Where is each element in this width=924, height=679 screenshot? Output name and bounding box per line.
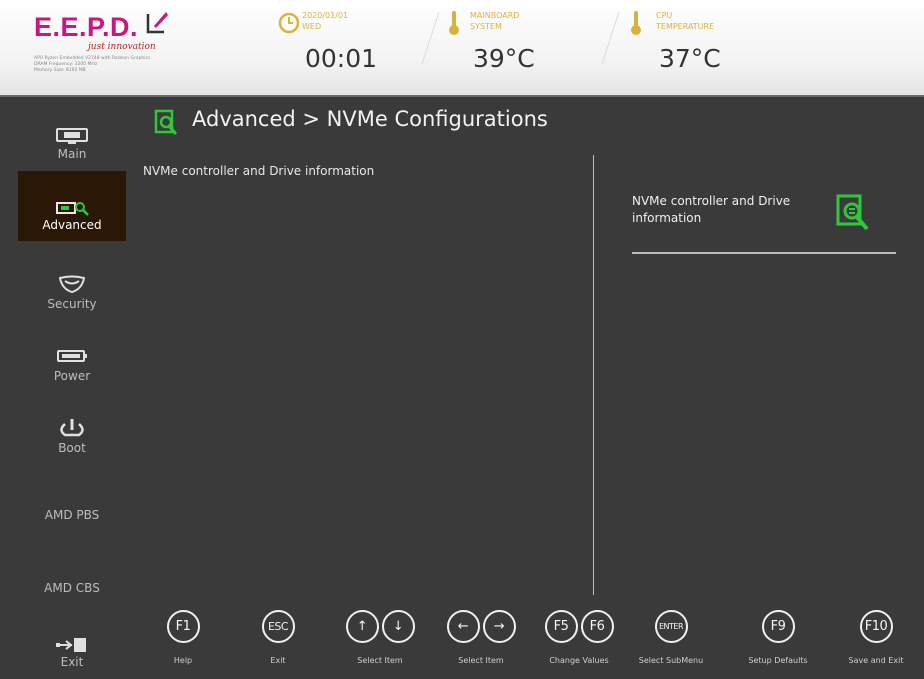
weekday-text: WED — [302, 22, 322, 31]
sidebar-item-amd-pbs[interactable]: AMD PBS — [18, 508, 126, 522]
page-title: Advanced > NVMe Configurations — [192, 107, 548, 131]
help-description: NVMe controller and Drive information — [632, 194, 791, 225]
enter-key-icon: ENTER — [654, 610, 688, 643]
key-hint-help: F1 Help — [153, 610, 213, 672]
help-separator — [632, 252, 896, 254]
key-hint-select-item-horizontal: ← → Select Item — [436, 610, 526, 672]
nvme-info-item[interactable]: NVMe controller and Drive information — [143, 164, 374, 178]
arrow-up-icon: ↑ — [345, 610, 379, 643]
brand-mark-icon — [146, 12, 168, 34]
mainboard-label: MAINBOARD SYSTEM — [470, 10, 519, 32]
key-hint-select-submenu: ENTER Select SubMenu — [628, 610, 714, 672]
clock-value: 00:01 — [305, 44, 378, 73]
brand-tagline: just innovation — [88, 42, 156, 52]
sidebar: Main Advanced Security Power Boot AMD PB… — [0, 99, 126, 679]
mainboard-label-line2: SYSTEM — [470, 22, 502, 31]
key-hint-caption: Select Item — [458, 656, 504, 665]
sidebar-item-label: Power — [53, 369, 91, 383]
sidebar-item-label: Main — [57, 147, 87, 161]
esc-key-icon: ESC — [261, 610, 295, 643]
key-hint-caption: Help — [173, 656, 193, 665]
battery-icon — [57, 350, 87, 362]
key-hint-save-and-exit: F10 Save and Exit — [832, 610, 920, 672]
sidebar-item-security[interactable]: Security — [18, 259, 126, 329]
cpu-label: CPU TEMPERATURE — [656, 10, 714, 32]
key-hint-select-item-vertical: ↑ ↓ Select Item — [335, 610, 425, 672]
key-hint-exit: ESC Exit — [248, 610, 308, 672]
system-info: APU Ryzen Embedded V2748 with Radeon Gra… — [34, 56, 150, 74]
key-hint-caption: Exit — [270, 656, 286, 665]
power-icon — [60, 419, 84, 437]
date-text: 2020/01/01 — [302, 11, 349, 20]
sidebar-item-boot[interactable]: Boot — [18, 403, 126, 473]
brand-name: E.E.P.D. — [34, 12, 139, 42]
sidebar-item-label: Exit — [60, 655, 84, 669]
arrow-down-icon: ↓ — [381, 610, 415, 643]
arrow-right-icon: → — [482, 610, 516, 643]
key-hint-caption: Select SubMenu — [638, 656, 704, 665]
document-search-icon — [154, 109, 178, 135]
f5-key-icon: F5 — [544, 610, 578, 643]
sidebar-item-power[interactable]: Power — [18, 331, 126, 401]
f10-key-icon: F10 — [859, 610, 893, 643]
document-search-icon — [836, 194, 869, 231]
key-hint-caption: Setup Defaults — [748, 656, 808, 665]
sidebar-item-label: Boot — [58, 441, 86, 455]
key-hint-setup-defaults: F9 Setup Defaults — [732, 610, 824, 672]
thermometer-icon — [631, 11, 641, 35]
shield-icon — [58, 275, 86, 293]
key-hint-caption: Select Item — [357, 656, 403, 665]
f6-key-icon: F6 — [580, 610, 614, 643]
f1-key-icon: F1 — [166, 610, 200, 643]
mainboard-label-line1: MAINBOARD — [470, 11, 520, 20]
cpu-label-line1: CPU — [656, 11, 673, 20]
mainboard-temp-value: 39°C — [473, 44, 535, 73]
sidebar-item-label: Advanced — [42, 218, 102, 232]
header-divider — [601, 12, 620, 64]
key-hint-caption: Change Values — [549, 656, 609, 665]
panel-divider — [593, 155, 594, 595]
thermometer-icon — [449, 11, 459, 35]
cpu-label-line2: TEMPERATURE — [656, 22, 715, 31]
advanced-chip-icon — [56, 202, 89, 216]
clock-label: 2020/01/01 WED — [302, 10, 348, 32]
header-bar: E.E.P.D. just innovation APU Ryzen Embed… — [0, 0, 924, 97]
monitor-icon — [56, 128, 88, 144]
header-divider — [421, 12, 440, 64]
key-hint-change-values: F5 F6 Change Values — [534, 610, 624, 672]
cpu-temp-value: 37°C — [659, 44, 721, 73]
sysinfo-memory: Memory Size: 8192 MB — [34, 68, 86, 73]
sidebar-item-exit[interactable]: Exit — [18, 611, 126, 679]
sidebar-item-label: Security — [47, 297, 97, 311]
sidebar-item-amd-cbs[interactable]: AMD CBS — [18, 581, 126, 595]
f9-key-icon: F9 — [761, 610, 795, 643]
clock-icon — [278, 12, 300, 34]
key-hint-caption: Save and Exit — [848, 656, 904, 665]
sidebar-item-advanced[interactable]: Advanced — [18, 171, 126, 241]
brand-logo: E.E.P.D. just innovation — [34, 12, 168, 52]
exit-door-icon — [56, 638, 86, 652]
arrow-left-icon: ← — [446, 610, 480, 643]
